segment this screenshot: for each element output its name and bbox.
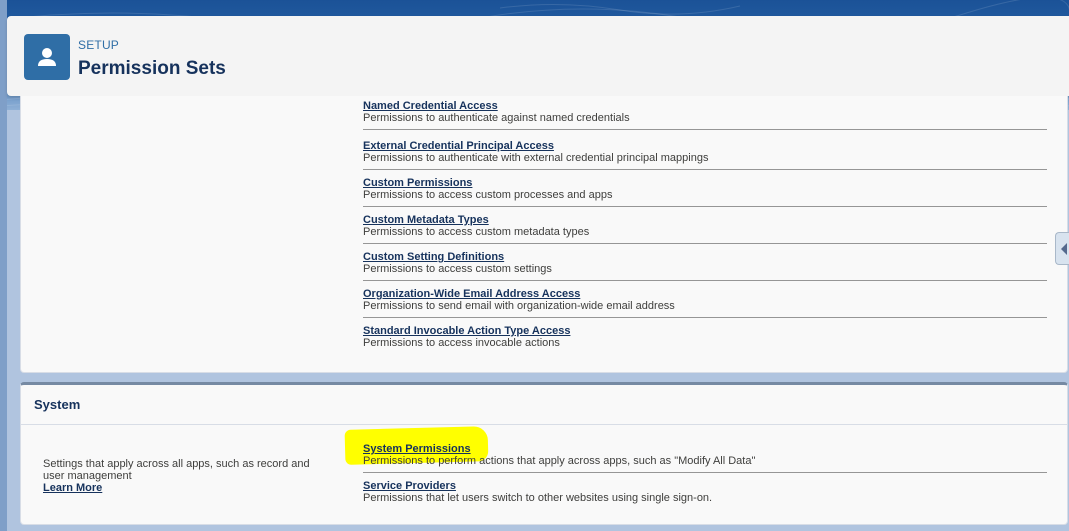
user-icon (24, 34, 70, 80)
item-description: Permissions to access custom settings (363, 263, 552, 275)
item-description: Permissions to perform actions that appl… (363, 455, 756, 467)
section-title: System (34, 397, 81, 412)
section-divider (21, 424, 1067, 425)
item-description: Permissions to authenticate against name… (363, 112, 630, 124)
page-title: Permission Sets (78, 58, 226, 79)
system-description-text: Settings that apply across all apps, suc… (43, 458, 310, 482)
custom-permissions-link[interactable]: Custom Permissions (363, 177, 1047, 189)
system-description: Settings that apply across all apps, suc… (43, 458, 333, 494)
list-item: Custom Permissions Permissions to access… (363, 177, 1047, 207)
chevron-left-icon (1061, 242, 1067, 255)
list-item: Standard Invocable Action Type Access Pe… (363, 325, 1047, 349)
collapse-panel-tab[interactable] (1055, 232, 1069, 265)
custom-metadata-types-link[interactable]: Custom Metadata Types (363, 214, 1047, 226)
list-item: Named Credential Access Permissions to a… (363, 100, 1047, 130)
external-credential-principal-access-link[interactable]: External Credential Principal Access (363, 140, 1047, 152)
service-providers-link[interactable]: Service Providers (363, 480, 1047, 492)
named-credential-access-link[interactable]: Named Credential Access (363, 100, 1047, 112)
item-description: Permissions to authenticate with externa… (363, 152, 709, 164)
list-item: Custom Setting Definitions Permissions t… (363, 251, 1047, 281)
system-card: System Settings that apply across all ap… (20, 382, 1068, 525)
custom-setting-definitions-link[interactable]: Custom Setting Definitions (363, 251, 1047, 263)
list-item: Organization-Wide Email Address Access P… (363, 288, 1047, 318)
item-description: Permissions to access custom metadata ty… (363, 226, 590, 238)
system-permissions-link[interactable]: System Permissions (363, 443, 1047, 455)
left-edge-strip (0, 0, 7, 531)
page-header: SETUP Permission Sets (7, 16, 1069, 96)
list-item: Custom Metadata Types Permissions to acc… (363, 214, 1047, 244)
list-item: Service Providers Permissions that let u… (363, 480, 1047, 504)
list-item: External Credential Principal Access Per… (363, 140, 1047, 170)
item-description: Permissions to access custom processes a… (363, 189, 613, 201)
standard-invocable-action-type-access-link[interactable]: Standard Invocable Action Type Access (363, 325, 1047, 337)
item-description: Permissions to send email with organizat… (363, 300, 675, 312)
learn-more-link[interactable]: Learn More (43, 482, 333, 494)
list-item: System Permissions Permissions to perfor… (363, 443, 1047, 473)
item-description: Permissions that let users switch to oth… (363, 492, 713, 504)
apps-permissions-card: Named Credential Access Permissions to a… (20, 96, 1068, 373)
organization-wide-email-address-access-link[interactable]: Organization-Wide Email Address Access (363, 288, 1047, 300)
item-description: Permissions to access invocable actions (363, 337, 560, 349)
setup-label: SETUP (78, 38, 120, 52)
